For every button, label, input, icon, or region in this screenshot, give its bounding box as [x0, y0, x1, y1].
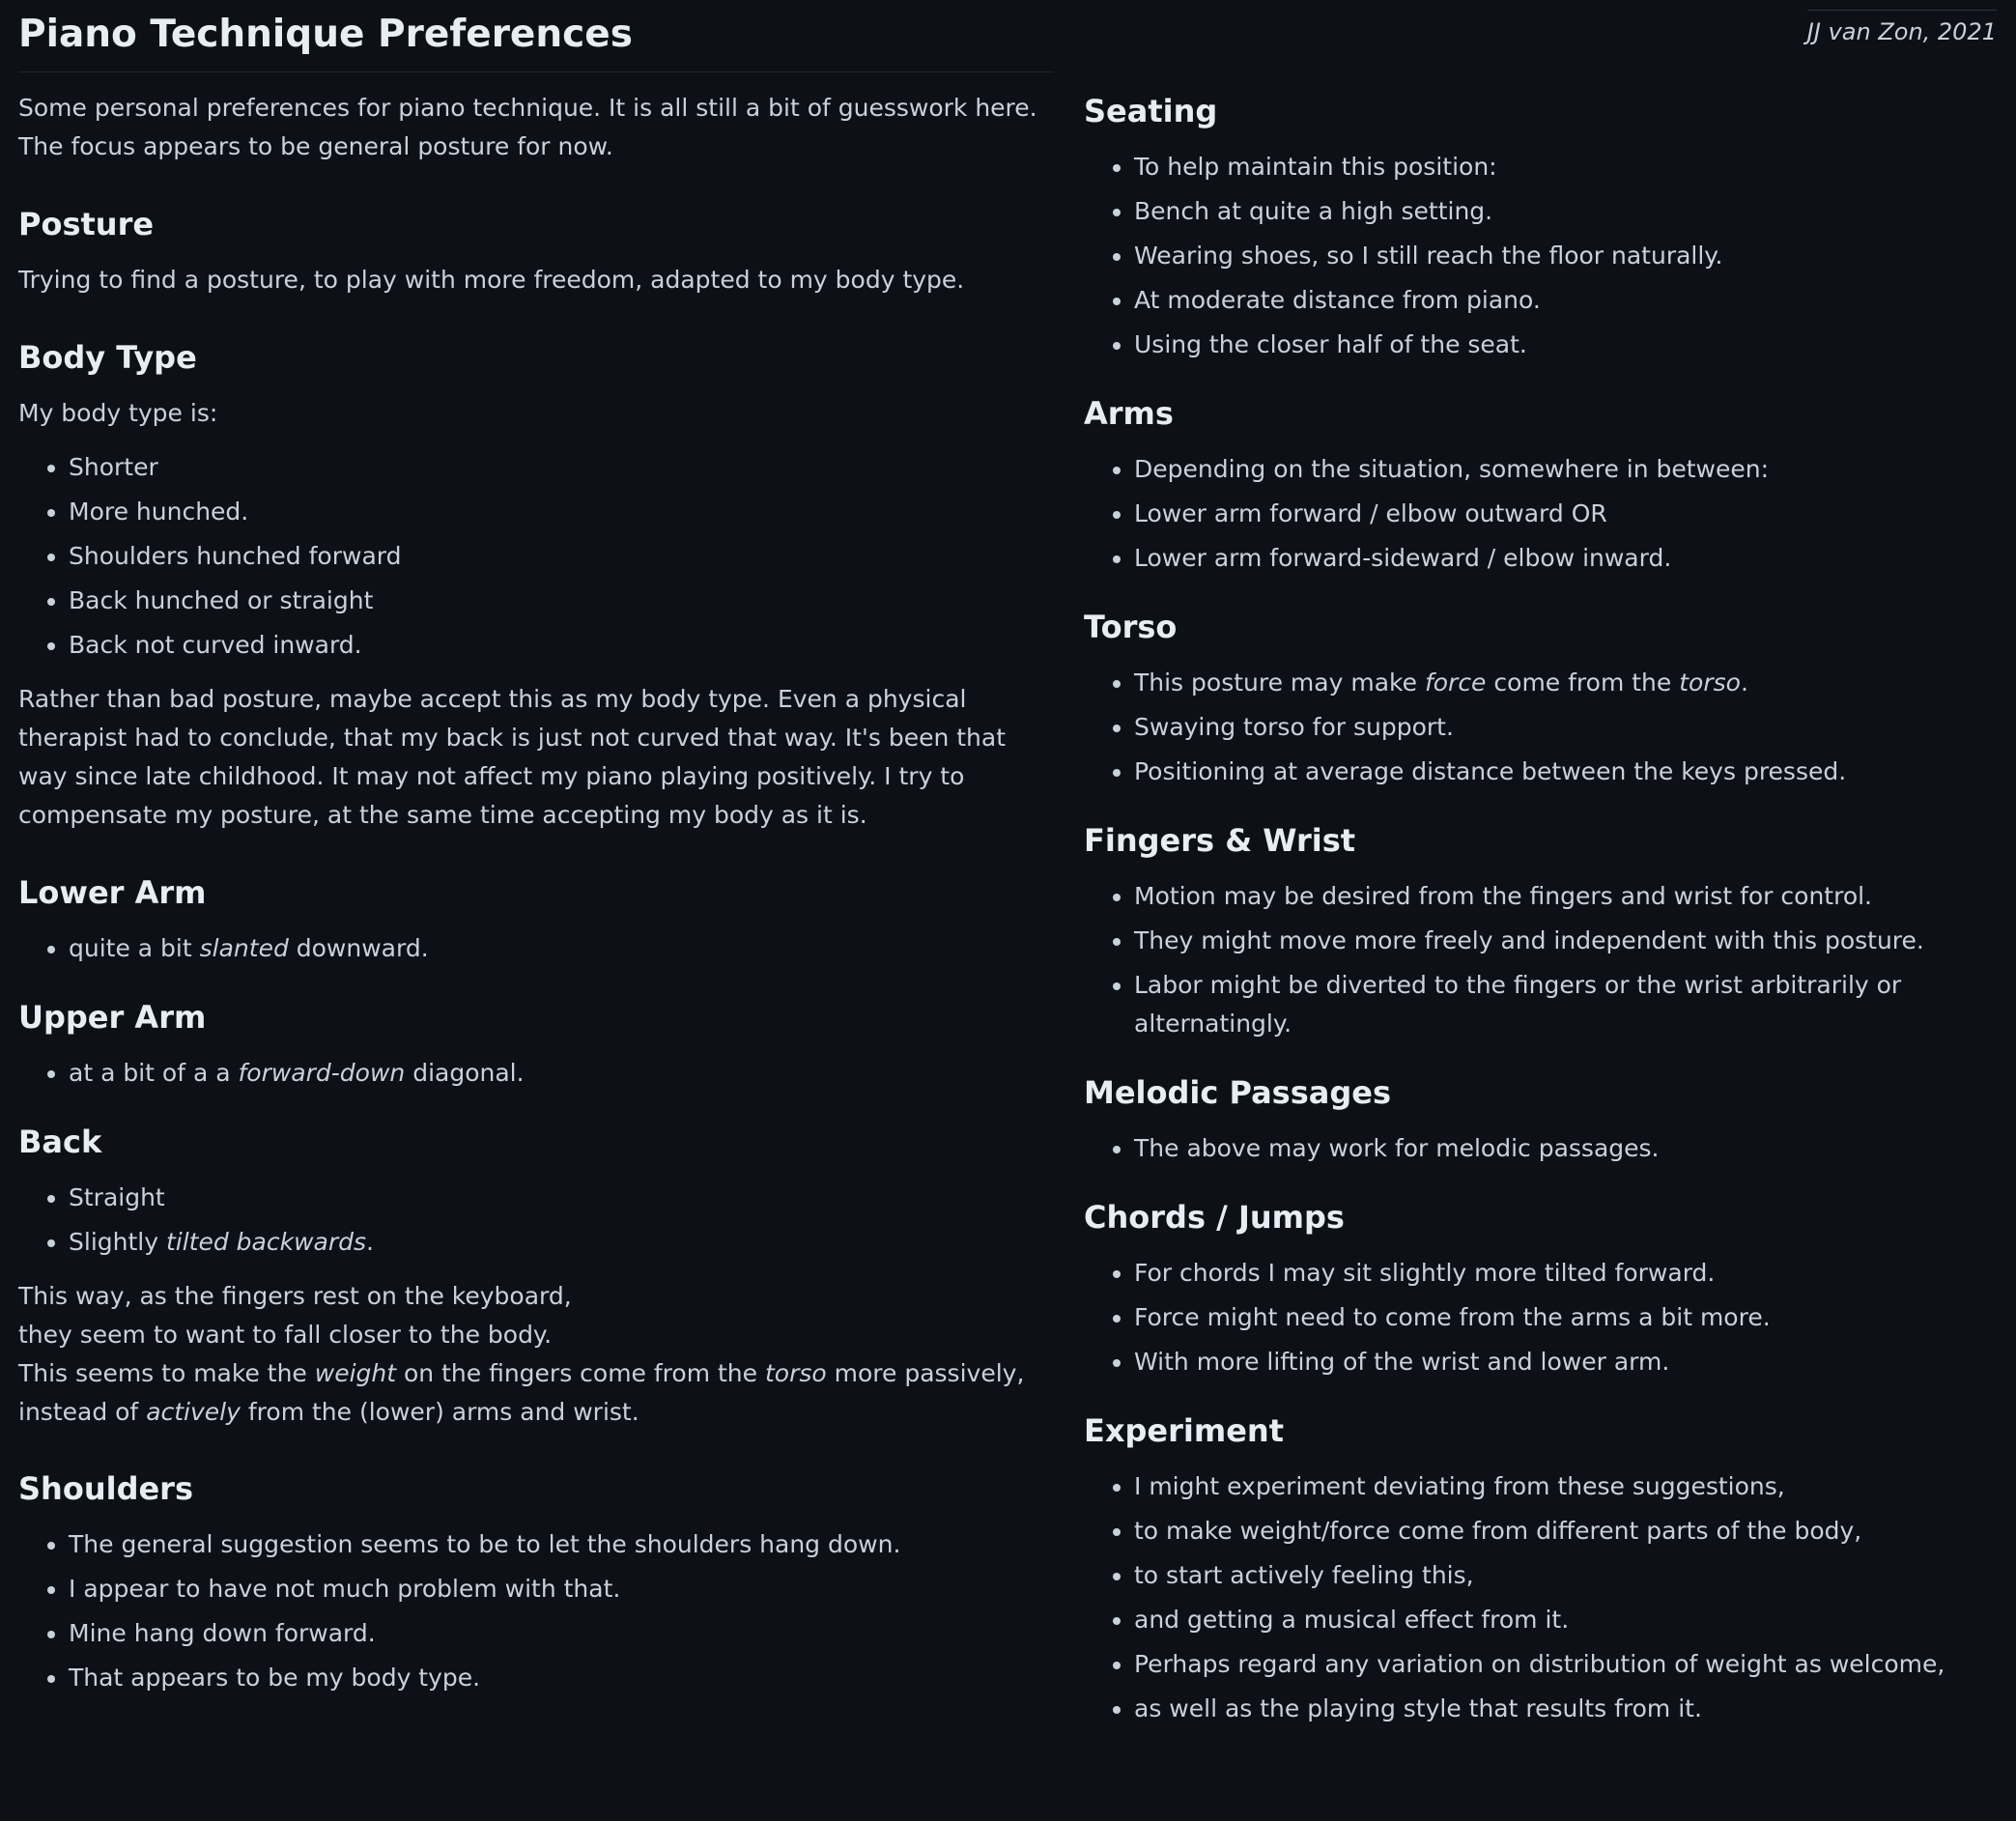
intro-text: Some personal preferences for piano tech…	[18, 94, 1037, 160]
list-item: to make weight/force come from different…	[1134, 1512, 2002, 1551]
list-item: Depending on the situation, somewhere in…	[1134, 450, 2002, 489]
back-list: Straight Slightly tilted backwards.	[18, 1179, 1054, 1262]
fingers-wrist-list: Motion may be desired from the fingers a…	[1084, 877, 2002, 1043]
text: This posture may make	[1134, 669, 1425, 697]
emphasis: actively	[146, 1398, 241, 1426]
body-type-paragraph: Rather than bad posture, maybe accept th…	[18, 685, 1007, 829]
heading-body-type: Body Type	[18, 339, 197, 376]
text: on the fingers come from the	[396, 1359, 765, 1387]
list-item: Mine hang down forward.	[69, 1614, 1054, 1653]
list-item: I might experiment deviating from these …	[1134, 1467, 2002, 1506]
list-item: Lower arm forward / elbow outward OR	[1134, 495, 2002, 533]
left-column: Piano Technique Preferences Some persona…	[18, 0, 1054, 1703]
list-item: The general suggestion seems to be to le…	[69, 1525, 1054, 1564]
list-item: With more lifting of the wrist and lower…	[1134, 1343, 2002, 1381]
list-item: At moderate distance from piano.	[1134, 281, 2002, 320]
list-item: Straight	[69, 1179, 1054, 1217]
heading-fingers-wrist: Fingers & Wrist	[1084, 822, 1356, 859]
arms-list: Depending on the situation, somewhere in…	[1084, 450, 2002, 578]
list-item: quite a bit slanted downward.	[69, 929, 1054, 968]
list-item: I appear to have not much problem with t…	[69, 1570, 1054, 1608]
list-item: to start actively feeling this,	[1134, 1556, 2002, 1595]
heading-chords-jumps: Chords / Jumps	[1084, 1199, 1345, 1236]
emphasis: weight	[314, 1359, 397, 1387]
heading-upper-arm: Upper Arm	[18, 999, 207, 1036]
list-item: Back not curved inward.	[69, 626, 1054, 665]
chords-list: For chords I may sit slightly more tilte…	[1084, 1254, 2002, 1381]
list-item: Wearing shoes, so I still reach the floo…	[1134, 237, 2002, 275]
list-item: Shorter	[69, 448, 1054, 487]
upper-arm-list: at a bit of a a forward-down diagonal.	[18, 1054, 1054, 1093]
list-item: Force might need to come from the arms a…	[1134, 1298, 2002, 1337]
list-item: Slightly tilted backwards.	[69, 1223, 1054, 1262]
back-line-1: This way, as the fingers rest on the key…	[18, 1282, 572, 1310]
list-item: and getting a musical effect from it.	[1134, 1601, 2002, 1639]
list-item: Using the closer half of the seat.	[1134, 326, 2002, 364]
text: at a bit of a a	[69, 1059, 239, 1087]
posture-text: Trying to find a posture, to play with m…	[18, 266, 965, 294]
list-item: Shoulders hunched forward	[69, 537, 1054, 576]
list-item: To help maintain this position:	[1134, 148, 2002, 186]
list-item: Perhaps regard any variation on distribu…	[1134, 1645, 2002, 1684]
text: .	[1740, 669, 1748, 697]
list-item: at a bit of a a forward-down diagonal.	[69, 1054, 1054, 1093]
text: from the (lower) arms and wrist.	[240, 1398, 639, 1426]
list-item: This posture may make force come from th…	[1134, 664, 2002, 702]
heading-seating: Seating	[1084, 93, 1218, 129]
torso-list: This posture may make force come from th…	[1084, 664, 2002, 791]
list-item: That appears to be my body type.	[69, 1659, 1054, 1697]
text: .	[366, 1228, 374, 1256]
text: downward.	[288, 934, 429, 962]
list-item: They might move more freely and independ…	[1134, 922, 2002, 960]
experiment-list: I might experiment deviating from these …	[1084, 1467, 2002, 1728]
emphasis: torso	[764, 1359, 827, 1387]
text: instead of	[18, 1398, 147, 1426]
heading-back: Back	[18, 1124, 102, 1160]
right-column: Seating To help maintain this position: …	[1084, 0, 2002, 1734]
heading-melodic-passages: Melodic Passages	[1084, 1074, 1392, 1111]
shoulders-list: The general suggestion seems to be to le…	[18, 1525, 1054, 1697]
heading-experiment: Experiment	[1084, 1412, 1284, 1449]
lower-arm-list: quite a bit slanted downward.	[18, 929, 1054, 968]
heading-arms: Arms	[1084, 395, 1174, 432]
back-paragraph: This way, as the fingers rest on the key…	[18, 1277, 1054, 1432]
melodic-list: The above may work for melodic passages.	[1084, 1129, 2002, 1168]
list-item: Positioning at average distance between …	[1134, 753, 2002, 791]
text: quite a bit	[69, 934, 200, 962]
text: Slightly	[69, 1228, 166, 1256]
list-item: Back hunched or straight	[69, 582, 1054, 620]
seating-list: To help maintain this position: Bench at…	[1084, 148, 2002, 364]
page-title: Piano Technique Preferences	[18, 8, 1054, 72]
heading-lower-arm: Lower Arm	[18, 874, 207, 911]
heading-posture: Posture	[18, 206, 155, 242]
emphasis: slanted	[199, 934, 289, 962]
list-item: Bench at quite a high setting.	[1134, 192, 2002, 231]
list-item: For chords I may sit slightly more tilte…	[1134, 1254, 2002, 1293]
body-type-list: Shorter More hunched. Shoulders hunched …	[18, 448, 1054, 665]
emphasis: force	[1424, 669, 1487, 697]
text: diagonal.	[405, 1059, 525, 1087]
back-line-4: instead of actively from the (lower) arm…	[18, 1393, 1054, 1432]
body-type-lead: My body type is:	[18, 399, 218, 427]
list-item: as well as the playing style that result…	[1134, 1690, 2002, 1728]
back-line-2: they seem to want to fall closer to the …	[18, 1321, 553, 1349]
list-item: More hunched.	[69, 493, 1054, 531]
text: more passively,	[826, 1359, 1025, 1387]
list-item: Swaying torso for support.	[1134, 708, 2002, 747]
emphasis: forward-down	[238, 1059, 406, 1087]
heading-torso: Torso	[1084, 609, 1178, 645]
emphasis: torso	[1679, 669, 1741, 697]
back-line-3: This seems to make the weight on the fin…	[18, 1354, 1054, 1393]
list-item: The above may work for melodic passages.	[1134, 1129, 2002, 1168]
emphasis: tilted backwards	[165, 1228, 367, 1256]
text: This seems to make the	[18, 1359, 315, 1387]
list-item: Motion may be desired from the fingers a…	[1134, 877, 2002, 916]
text: come from the	[1486, 669, 1680, 697]
heading-shoulders: Shoulders	[18, 1470, 193, 1507]
list-item: Lower arm forward-sideward / elbow inwar…	[1134, 539, 2002, 578]
list-item: Labor might be diverted to the fingers o…	[1134, 966, 2002, 1043]
